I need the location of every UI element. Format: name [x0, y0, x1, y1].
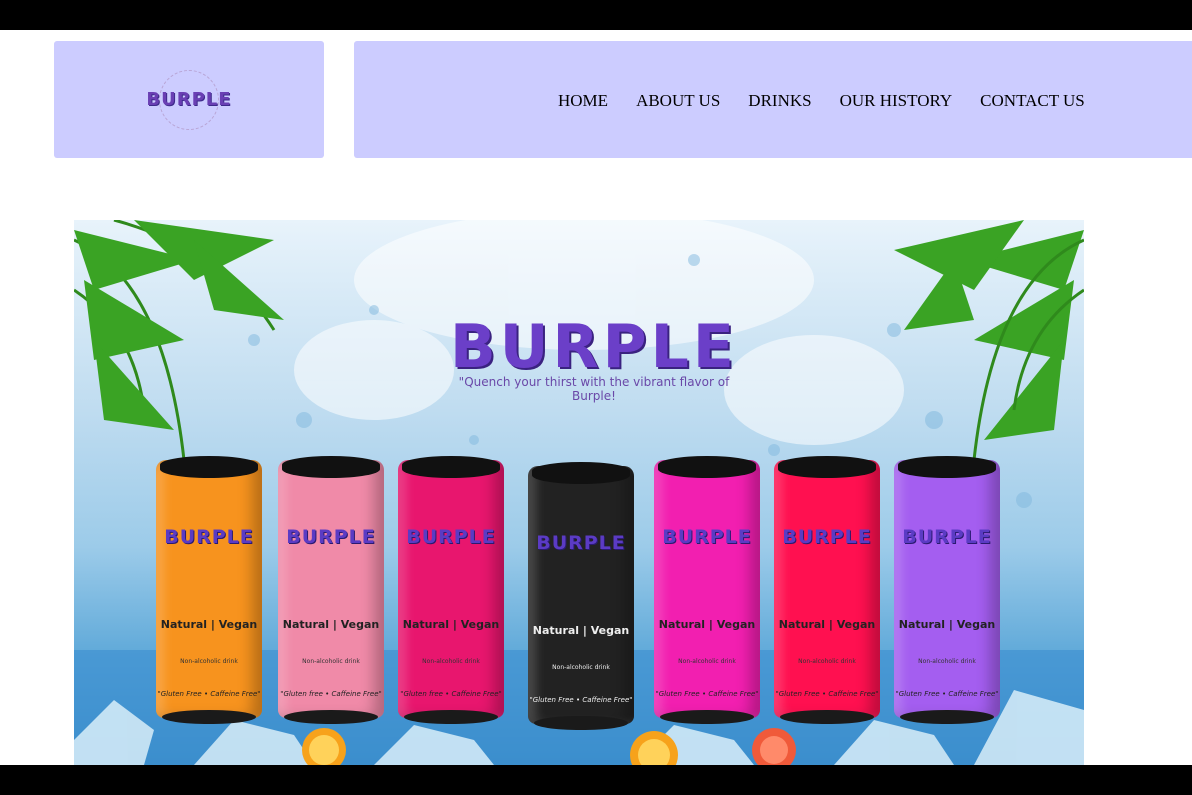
can-black: BURPLE Natural | Vegan Non-alcoholic dri…	[528, 462, 634, 730]
can-brand: BURPLE	[662, 526, 752, 548]
can-brand: BURPLE	[782, 526, 872, 548]
can-red: BURPLE Natural | Vegan Non-alcoholic dri…	[774, 456, 880, 724]
can-base	[162, 710, 256, 724]
can-brand: BURPLE	[406, 526, 496, 548]
can-sub: Non-alcoholic drink	[180, 658, 238, 665]
can-sub: Non-alcoholic drink	[552, 664, 610, 671]
nav-home[interactable]: HOME	[558, 91, 608, 111]
logo-mark: BURPLE	[146, 60, 232, 140]
can-sub: Non-alcoholic drink	[678, 658, 736, 665]
nav-our-history[interactable]: OUR HISTORY	[840, 91, 953, 111]
can-lid	[402, 456, 500, 478]
bottom-black-bar	[0, 765, 1192, 795]
can-base	[660, 710, 754, 724]
can-label: Natural | Vegan	[658, 618, 756, 631]
can-base	[284, 710, 378, 724]
hero-banner-image: BURPLE "Quench your thirst with the vibr…	[74, 220, 1084, 765]
can-label: Natural | Vegan	[402, 618, 500, 631]
can-purple: BURPLE Natural | Vegan Non-alcoholic dri…	[894, 456, 1000, 724]
can-label: Natural | Vegan	[898, 618, 996, 631]
can-orange: BURPLE Natural | Vegan Non-alcoholic dri…	[156, 456, 262, 724]
can-lid	[658, 456, 756, 478]
logo-text: BURPLE	[146, 89, 232, 110]
can-brand: BURPLE	[164, 526, 254, 548]
can-lid	[282, 456, 380, 478]
can-hot-pink: BURPLE Natural | Vegan Non-alcoholic dri…	[654, 456, 760, 724]
nav-about-us[interactable]: ABOUT US	[636, 91, 720, 111]
can-lid	[160, 456, 258, 478]
can-base	[900, 710, 994, 724]
hero-brand-logo: BURPLE	[450, 312, 738, 382]
can-sub: Non-alcoholic drink	[302, 658, 360, 665]
top-black-bar	[0, 0, 1192, 30]
can-brand: BURPLE	[536, 532, 626, 554]
can-footer: "Gluten Free • Caffeine Free"	[157, 690, 261, 698]
can-lid	[778, 456, 876, 478]
can-base	[780, 710, 874, 724]
nav-bar: HOME ABOUT US DRINKS OUR HISTORY CONTACT…	[354, 41, 1192, 158]
can-label: Natural | Vegan	[160, 618, 258, 631]
can-footer: "Gluten Free • Caffeine Free"	[775, 690, 879, 698]
can-base	[404, 710, 498, 724]
can-brand: BURPLE	[902, 526, 992, 548]
can-footer: "Gluten Free • Caffeine Free"	[895, 690, 999, 698]
can-footer: "Gluten Free • Caffeine Free"	[529, 696, 633, 704]
can-brand: BURPLE	[286, 526, 376, 548]
can-footer: "Gluten Free • Caffeine Free"	[655, 690, 759, 698]
can-sub: Non-alcoholic drink	[918, 658, 976, 665]
can-label: Natural | Vegan	[532, 624, 630, 637]
can-base	[534, 716, 628, 730]
can-footer: "Gluten free • Caffeine Free"	[400, 690, 502, 698]
can-label: Natural | Vegan	[282, 618, 380, 631]
nav-contact-us[interactable]: CONTACT US	[980, 91, 1085, 111]
nav-drinks[interactable]: DRINKS	[748, 91, 811, 111]
page: BURPLE HOME ABOUT US DRINKS OUR HISTORY …	[0, 0, 1192, 795]
can-sub: Non-alcoholic drink	[422, 658, 480, 665]
can-footer: "Gluten free • Caffeine Free"	[280, 690, 382, 698]
can-lid	[532, 462, 630, 484]
can-pink: BURPLE Natural | Vegan Non-alcoholic dri…	[278, 456, 384, 724]
can-magenta: BURPLE Natural | Vegan Non-alcoholic dri…	[398, 456, 504, 724]
logo-box[interactable]: BURPLE	[54, 41, 324, 158]
can-lid	[898, 456, 996, 478]
hero-tagline: "Quench your thirst with the vibrant fla…	[458, 375, 730, 403]
can-sub: Non-alcoholic drink	[798, 658, 856, 665]
main-nav: HOME ABOUT US DRINKS OUR HISTORY CONTACT…	[558, 91, 1113, 111]
can-label: Natural | Vegan	[778, 618, 876, 631]
